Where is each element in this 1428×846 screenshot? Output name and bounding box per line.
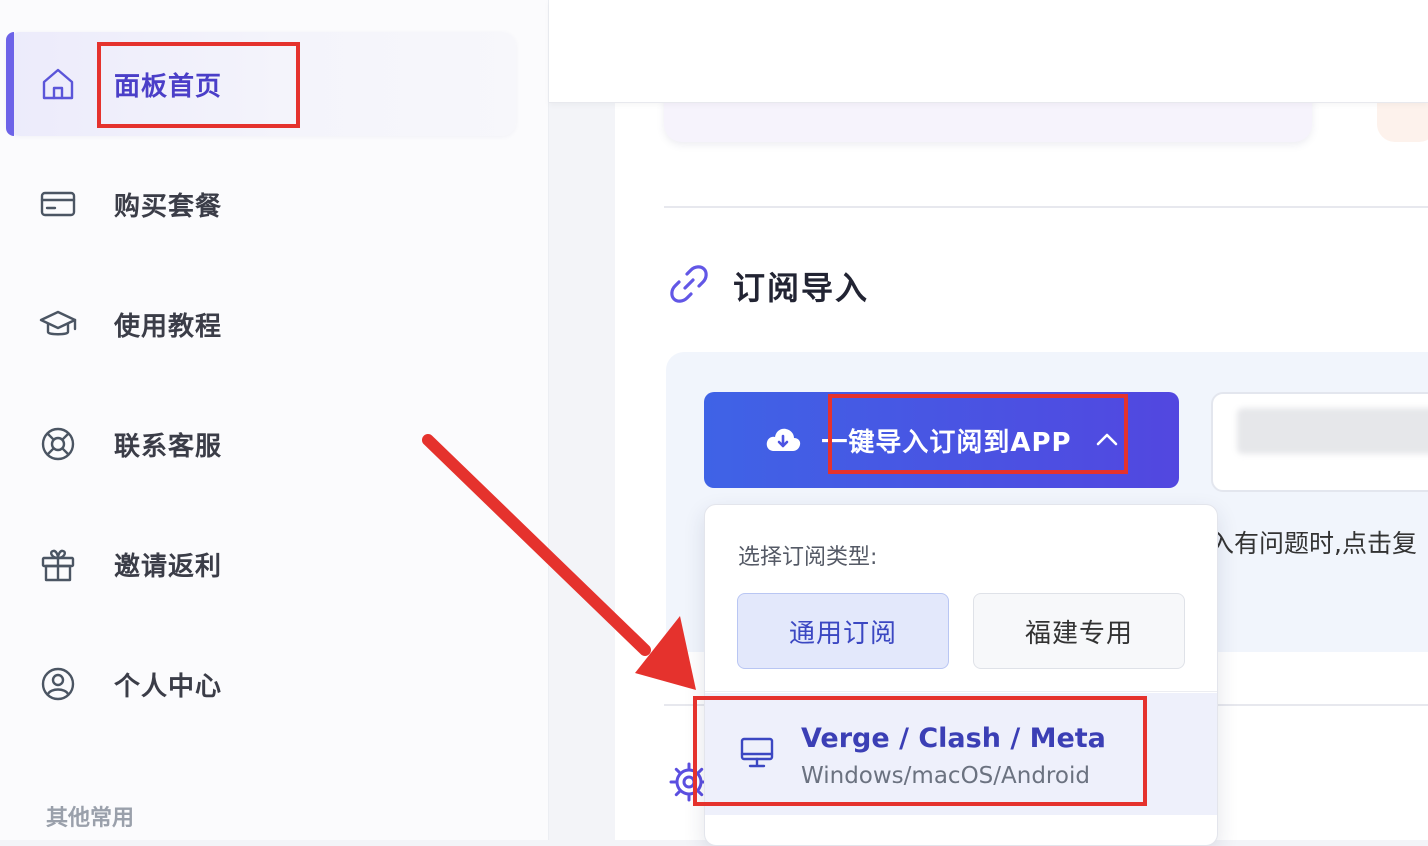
annotation-box-dashboard — [97, 42, 300, 128]
sidebar-item-label: 购买套餐 — [114, 191, 223, 222]
sidebar-item-purchase[interactable]: 购买套餐 — [6, 152, 516, 256]
section-header: 订阅导入 — [667, 262, 869, 310]
hint-text: 入有问题时,点击复 — [1209, 529, 1417, 558]
sidebar-item-label: 个人中心 — [114, 671, 223, 702]
cloud-download-icon — [767, 428, 801, 451]
fujian-subscription-button[interactable]: 福建专用 — [973, 593, 1185, 669]
sidebar-item-support[interactable]: 联系客服 — [6, 392, 516, 496]
user-circle-icon — [38, 664, 78, 704]
divider — [664, 206, 1428, 208]
general-subscription-button[interactable]: 通用订阅 — [737, 593, 949, 669]
gift-icon — [38, 544, 78, 584]
credit-card-icon — [38, 184, 78, 224]
sidebar-item-referral[interactable]: 邀请返利 — [6, 512, 516, 616]
subscription-url-field[interactable] — [1211, 392, 1428, 492]
top-header — [549, 0, 1428, 103]
link-icon — [667, 262, 711, 310]
annotation-box-import-button — [828, 394, 1128, 474]
divider — [705, 691, 1217, 692]
sidebar-item-profile[interactable]: 个人中心 — [6, 632, 516, 736]
annotation-box-app-option — [693, 696, 1147, 806]
home-icon — [38, 64, 78, 104]
sidebar-item-label: 邀请返利 — [114, 551, 223, 582]
blurred-subscription-url — [1237, 408, 1428, 454]
sidebar-section-title: 其他常用 — [46, 806, 135, 831]
section-title: 订阅导入 — [733, 269, 870, 307]
sidebar-item-label: 使用教程 — [114, 311, 223, 342]
graduation-cap-icon — [38, 304, 78, 344]
lifebuoy-icon — [38, 424, 78, 464]
sidebar-item-tutorial[interactable]: 使用教程 — [6, 272, 516, 376]
dropdown-title: 选择订阅类型: — [738, 545, 878, 570]
sidebar-item-label: 联系客服 — [114, 431, 223, 462]
